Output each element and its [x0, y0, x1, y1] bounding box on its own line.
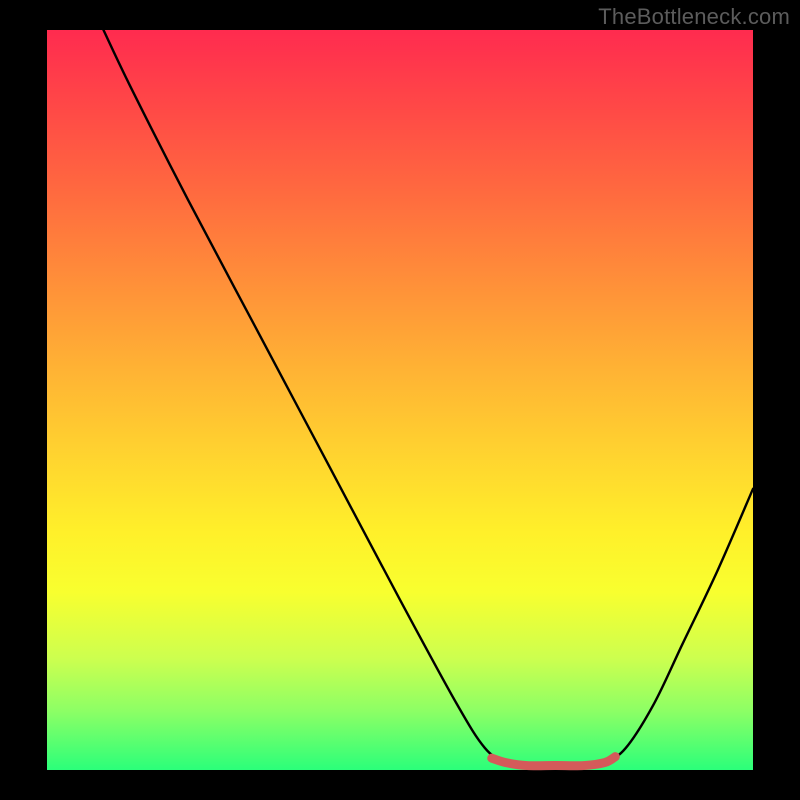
plot-gradient-background — [47, 30, 753, 770]
watermark-text: TheBottleneck.com — [598, 4, 790, 30]
curve-svg — [47, 30, 753, 770]
flat-zone-highlight — [492, 757, 616, 766]
bottleneck-curve — [103, 30, 753, 767]
chart-frame: TheBottleneck.com — [0, 0, 800, 800]
